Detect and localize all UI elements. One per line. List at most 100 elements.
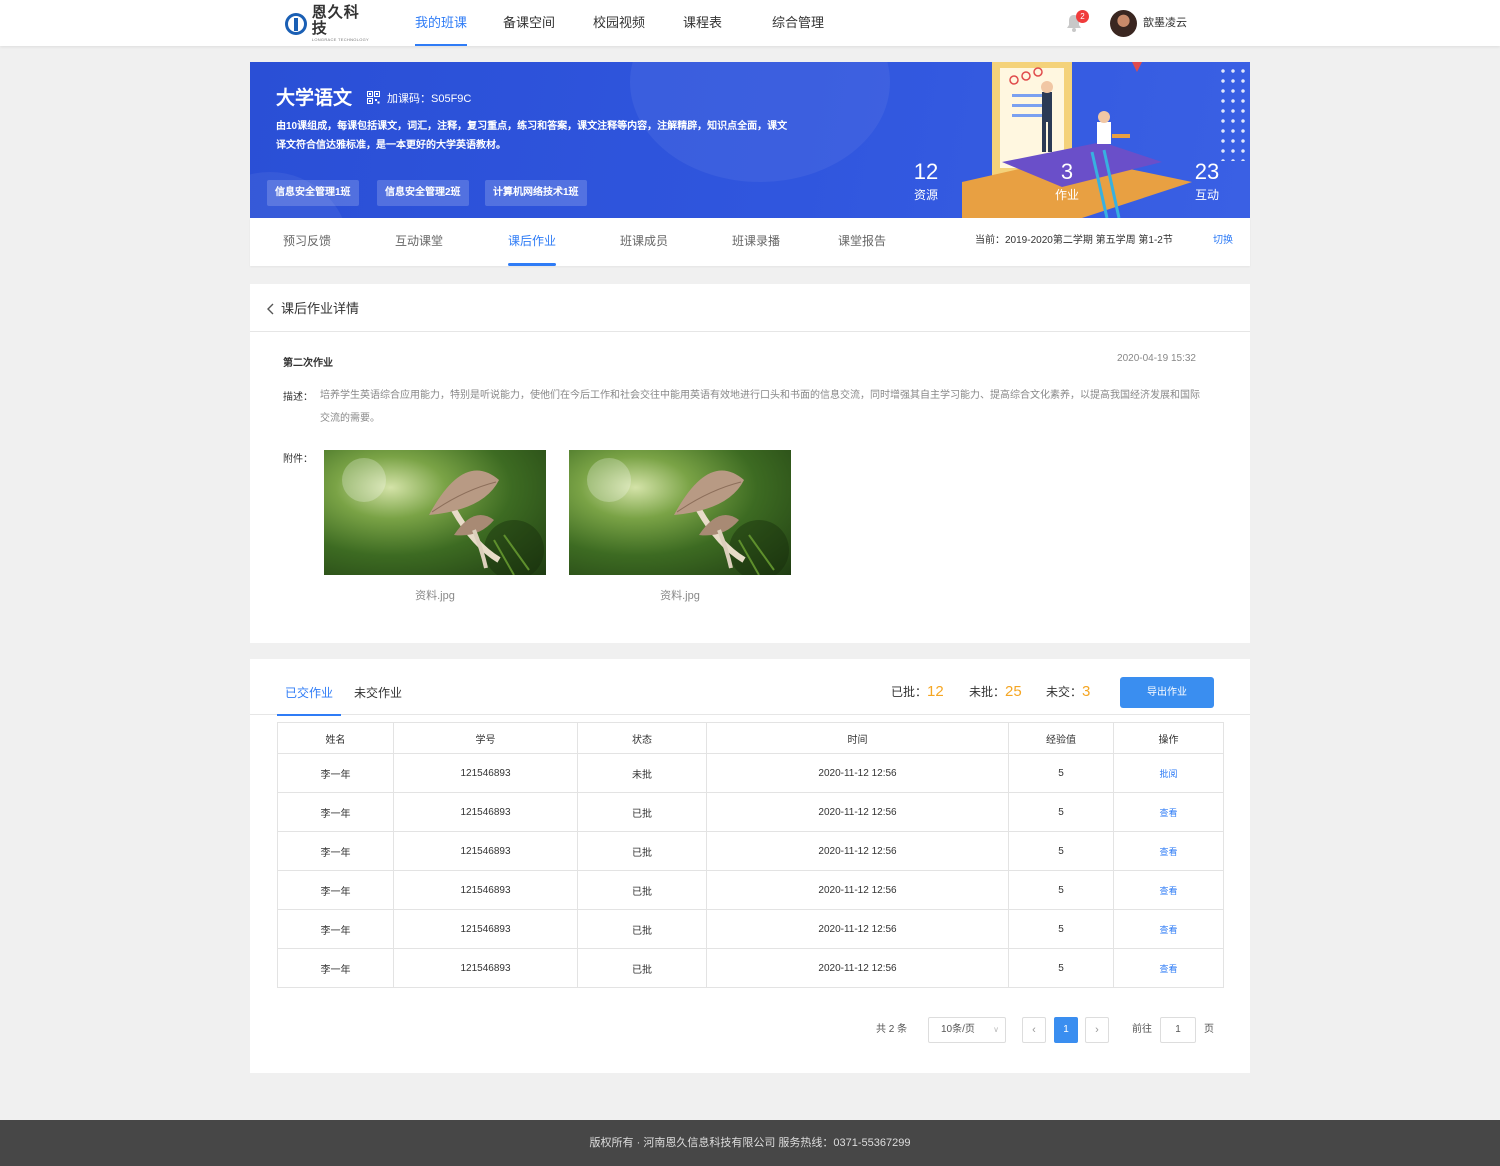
unsubmitted-count: 未交：3	[1046, 683, 1091, 700]
page-size-value: 10条/页	[941, 1024, 975, 1035]
submit-time: 2020-11-12 12:56	[706, 753, 1009, 793]
student-name: 李一年	[277, 831, 394, 871]
attachment-name[interactable]: 资料.jpg	[324, 587, 546, 603]
exp-value: 5	[1008, 792, 1114, 832]
view-link[interactable]: 查看	[1159, 847, 1177, 857]
page-size-select[interactable]: 10条/页 ∨	[928, 1017, 1006, 1043]
description-label: 描述：	[283, 392, 313, 403]
table-row: 李一年 121546893 已批 2020-11-12 12:56 5 查看	[277, 870, 1224, 910]
view-link[interactable]: 查看	[1159, 925, 1177, 935]
status-cell: 已批	[577, 948, 707, 988]
attachment-thumbnail[interactable]	[569, 450, 791, 575]
goto-label: 前往	[1132, 1024, 1152, 1035]
column-header: 学号	[393, 722, 578, 754]
view-link[interactable]: 查看	[1159, 808, 1177, 818]
table-row: 李一年 121546893 已批 2020-11-12 12:56 5 查看	[277, 948, 1224, 988]
student-id: 121546893	[393, 870, 578, 910]
brand-name: 恩久科技	[311, 4, 360, 37]
qrcode-icon[interactable]	[367, 91, 380, 104]
student-name: 李一年	[277, 909, 394, 949]
nav-management[interactable]: 综合管理	[772, 0, 824, 46]
student-name: 李一年	[277, 792, 394, 832]
chevron-down-icon: ∨	[993, 1025, 999, 1034]
logo-mark-icon	[285, 13, 307, 35]
tab-not-submitted[interactable]: 未交作业	[354, 659, 402, 715]
homework-name: 第二次作业	[283, 358, 333, 369]
next-page-button[interactable]: ›	[1085, 1017, 1109, 1043]
back-chevron-icon[interactable]	[266, 303, 276, 315]
table-row: 李一年 121546893 未批 2020-11-12 12:56 5 批阅	[277, 753, 1224, 793]
student-id: 121546893	[393, 792, 578, 832]
course-description: 由10课组成，每课包括课文，词汇，注释，复习重点，练习和答案，课文注释等内容，注…	[276, 121, 788, 151]
footer: 版权所有 · 河南恩久信息科技有限公司 服务热线：0371-55367299	[0, 1120, 1500, 1166]
exp-value: 5	[1008, 753, 1114, 793]
submit-time: 2020-11-12 12:56	[706, 831, 1009, 871]
decorative-dots	[1218, 66, 1248, 161]
status-cell: 已批	[577, 792, 707, 832]
footer-text: 版权所有 · 河南恩久信息科技有限公司 服务热线：0371-55367299	[589, 1137, 911, 1149]
tab-class-report[interactable]: 课堂报告	[838, 218, 886, 266]
class-tag[interactable]: 信息安全管理2班	[377, 180, 469, 206]
tab-interactive-class[interactable]: 互动课堂	[395, 218, 443, 266]
username[interactable]: 歆墨凌云	[1143, 0, 1187, 46]
status-cell: 未批	[577, 753, 707, 793]
homework-date: 2020-04-19 15:32	[1117, 353, 1196, 364]
tab-members[interactable]: 班课成员	[620, 218, 668, 266]
table-row: 李一年 121546893 已批 2020-11-12 12:56 5 查看	[277, 831, 1224, 871]
class-tag[interactable]: 信息安全管理1班	[267, 180, 359, 206]
nav-campus-video[interactable]: 校园视频	[593, 0, 645, 46]
tab-submitted[interactable]: 已交作业	[276, 659, 342, 716]
attachment-name[interactable]: 资料.jpg	[569, 587, 791, 603]
prev-page-button[interactable]: ‹	[1022, 1017, 1046, 1043]
nav-schedule[interactable]: 课程表	[683, 0, 722, 46]
view-link[interactable]: 查看	[1159, 886, 1177, 896]
homework-description: 培养学生英语综合应用能力，特别是听说能力，使他们在今后工作和社会交往中能用英语有…	[320, 390, 1200, 424]
tab-recordings[interactable]: 班课录播	[732, 218, 780, 266]
column-header: 姓名	[277, 722, 394, 754]
course-subtabs: 预习反馈 互动课堂 课后作业 班课成员 班课录播 课堂报告 当前：2019-20…	[250, 218, 1250, 266]
table-row: 李一年 121546893 已批 2020-11-12 12:56 5 查看	[277, 909, 1224, 949]
page-number-button[interactable]: 1	[1054, 1017, 1078, 1043]
column-header: 操作	[1113, 722, 1224, 754]
attachment-thumbnail[interactable]	[324, 450, 546, 575]
student-id: 121546893	[393, 948, 578, 988]
pagination-total: 共 2 条	[876, 1024, 908, 1035]
student-id: 121546893	[393, 831, 578, 871]
card-header: 课后作业详情	[250, 284, 1250, 332]
status-cell: 已批	[577, 909, 707, 949]
course-banner: 大学语文 加课码：S05F9C 由10课组成，每课包括课文，词汇，注释，复习重点…	[250, 62, 1250, 218]
export-homework-button[interactable]: 导出作业	[1120, 677, 1214, 708]
stat-interactions[interactable]: 23 互动	[1187, 158, 1227, 204]
column-header: 时间	[706, 722, 1009, 754]
submit-time: 2020-11-12 12:56	[706, 948, 1009, 988]
stat-resources[interactable]: 12 资源	[906, 158, 946, 204]
current-term: 当前：2019-2020第二学期 第五学周 第1-2节	[975, 235, 1173, 246]
exp-value: 5	[1008, 870, 1114, 910]
nav-lesson-prep[interactable]: 备课空间	[503, 0, 555, 46]
column-header: 状态	[577, 722, 707, 754]
status-cell: 已批	[577, 831, 707, 871]
course-title: 大学语文	[276, 88, 353, 109]
submit-time: 2020-11-12 12:56	[706, 870, 1009, 910]
grade-link[interactable]: 批阅	[1159, 769, 1177, 779]
avatar[interactable]	[1110, 10, 1137, 37]
student-id: 121546893	[393, 909, 578, 949]
switch-term-link[interactable]: 切换	[1213, 218, 1233, 266]
nav-my-classes[interactable]: 我的班课	[415, 0, 468, 46]
graded-count: 已批：12	[891, 683, 944, 700]
stat-assignments[interactable]: 3 作业	[1047, 158, 1087, 204]
top-navbar: 恩久科技 LONGRACE TECHNOLOGY 我的班课 备课空间 校园视频 …	[0, 0, 1500, 46]
join-code: 加课码：S05F9C	[387, 93, 472, 105]
goto-page-input[interactable]: 1	[1160, 1017, 1196, 1043]
class-tag[interactable]: 计算机网络技术1班	[485, 180, 587, 206]
brand-logo[interactable]: 恩久科技 LONGRACE TECHNOLOGY	[285, 5, 375, 42]
page-title: 课后作业详情	[281, 301, 360, 316]
tab-preview-feedback[interactable]: 预习反馈	[283, 218, 331, 266]
view-link[interactable]: 查看	[1159, 964, 1177, 974]
homework-detail-card: 课后作业详情 第二次作业 2020-04-19 15:32 描述： 培养学生英语…	[250, 284, 1250, 643]
submission-tabs: 已交作业 未交作业 已批：12 未批：25 未交：3 导出作业	[250, 659, 1250, 716]
mushroom-image	[587, 458, 789, 575]
tab-homework[interactable]: 课后作业	[508, 218, 557, 266]
exp-value: 5	[1008, 948, 1114, 988]
brand-subtitle: LONGRACE TECHNOLOGY	[311, 37, 369, 42]
